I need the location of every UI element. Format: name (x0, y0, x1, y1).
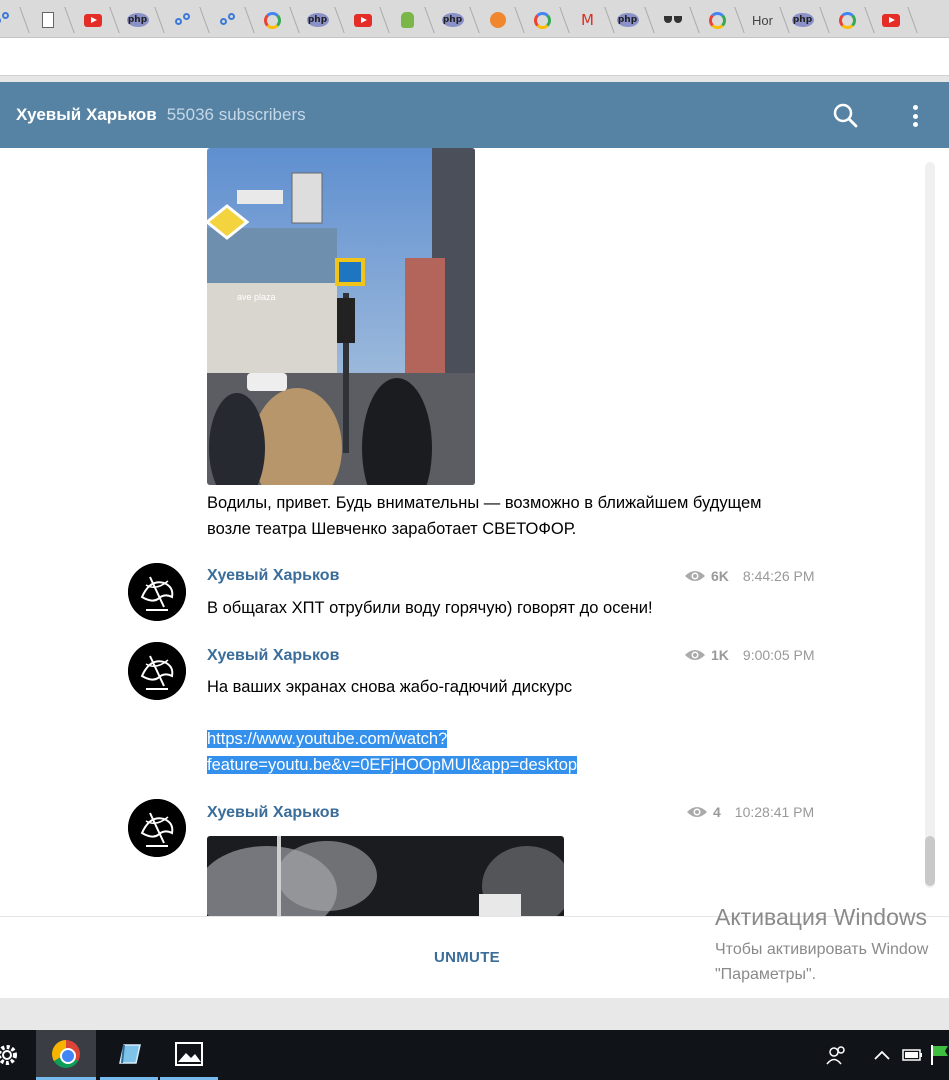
more-menu-icon[interactable] (904, 102, 926, 130)
android-icon (401, 12, 414, 28)
sign-text: ave plaza (237, 292, 276, 302)
php-icon: php (791, 13, 814, 27)
chrome-icon (52, 1039, 80, 1068)
message-time: 10:28:41 PM (734, 804, 815, 820)
browser-tab[interactable]: php (605, 3, 650, 37)
message-time: 9:00:05 PM (742, 647, 815, 663)
browser-tab[interactable] (70, 3, 115, 37)
chrome-taskbar-button[interactable] (36, 1030, 96, 1080)
battery-icon[interactable] (902, 1048, 924, 1067)
php-icon: php (616, 13, 639, 27)
document-icon (41, 12, 54, 28)
activation-line1: Чтобы активировать Window (715, 941, 929, 958)
page-background (0, 998, 949, 1030)
google-icon (264, 11, 281, 29)
message-author[interactable]: Хуевый Харьков (207, 567, 339, 585)
view-count: 1K (711, 647, 729, 663)
browser-tab[interactable] (868, 3, 913, 37)
photos-icon (175, 1041, 203, 1066)
google-icon (709, 11, 726, 29)
browser-tab[interactable] (695, 3, 740, 37)
php-icon: php (441, 13, 464, 27)
google-icon (534, 11, 551, 29)
taskbar-app-button[interactable] (100, 1030, 158, 1080)
browser-tab[interactable] (250, 3, 295, 37)
views-eye-icon (685, 650, 705, 660)
youtube-icon (881, 13, 900, 27)
dots-icon (219, 12, 237, 28)
browser-tab[interactable] (0, 3, 25, 37)
message-text: На ваших экранах снова жабо-гадючий диск… (207, 678, 573, 696)
browser-tab[interactable] (650, 3, 695, 37)
browser-tab[interactable]: php (780, 3, 825, 37)
view-count: 6K (711, 568, 729, 584)
search-icon[interactable] (832, 102, 860, 130)
browser-tab[interactable] (475, 3, 520, 37)
activation-title: Активация Windows (715, 904, 927, 930)
php-icon: php (126, 13, 149, 27)
youtube-icon (83, 13, 102, 27)
view-count: 4 (713, 804, 721, 820)
message-author[interactable]: Хуевый Харьков (207, 804, 339, 822)
browser-tab[interactable]: M (565, 3, 610, 37)
browser-tab[interactable]: php (430, 3, 475, 37)
browser-tab[interactable] (825, 3, 870, 37)
gmail-icon: M (581, 11, 594, 29)
dots-icon (0, 12, 12, 28)
unmute-button[interactable]: UNMUTE (434, 949, 500, 966)
message-meta: 4 10:28:41 PM (686, 804, 814, 820)
message-meta: 1K 9:00:05 PM (684, 647, 815, 663)
browser-tab[interactable] (385, 3, 430, 37)
gear-icon[interactable] (0, 1030, 22, 1080)
message-text: В общагах ХПТ отрубили воду горячую) гов… (207, 599, 653, 617)
message-author[interactable]: Хуевый Харьков (207, 647, 339, 665)
browser-tab[interactable] (340, 3, 385, 37)
youtube-icon (353, 13, 372, 27)
message-photo[interactable] (207, 836, 564, 916)
address-bar[interactable] (0, 38, 949, 76)
tab-title: Hor (752, 12, 773, 28)
message-time: 8:44:26 PM (742, 568, 815, 584)
channel-header: Хуевый Харьков 55036 subscribers (0, 82, 949, 148)
people-icon[interactable] (826, 1045, 848, 1070)
avatar[interactable] (128, 642, 186, 700)
message-list[interactable]: ave plaza Водилы, привет. Будь вниматель… (0, 148, 949, 916)
notepad-icon (119, 1043, 141, 1064)
scrollbar-thumb[interactable] (925, 836, 935, 886)
message-photo[interactable]: ave plaza (207, 148, 475, 485)
browser-tab[interactable] (520, 3, 565, 37)
views-eye-icon (685, 571, 705, 581)
php-icon: php (306, 13, 329, 27)
google-icon (839, 11, 856, 29)
flag-icon[interactable] (930, 1044, 949, 1071)
browser-tab[interactable] (25, 3, 70, 37)
subscriber-count: 55036 subscribers (166, 105, 306, 124)
glasses-icon (663, 16, 682, 24)
browser-tab[interactable] (205, 3, 250, 37)
avatar[interactable] (128, 799, 186, 857)
message-meta: 6K 8:44:26 PM (684, 568, 815, 584)
browser-tab-strip: php php php M php Hor php (0, 0, 949, 38)
taskbar (0, 1030, 949, 1080)
dots-icon (174, 12, 192, 28)
browser-tab[interactable]: php (115, 3, 160, 37)
activation-line2: "Параметры". (715, 966, 817, 983)
windows-activation-watermark: Активация Windows Чтобы активировать Win… (715, 904, 928, 987)
avatar[interactable] (128, 563, 186, 621)
chevron-up-icon[interactable] (873, 1048, 891, 1066)
channel-title[interactable]: Хуевый Харьков (16, 105, 157, 125)
taskbar-app-button[interactable] (160, 1030, 218, 1080)
message-link[interactable]: https://www.youtube.com/watch? feature=y… (207, 726, 767, 778)
views-eye-icon (687, 807, 707, 817)
browser-tab[interactable]: Hor (740, 3, 785, 37)
message-text: Водилы, привет. Будь внимательны — возмо… (207, 494, 762, 538)
link-line[interactable]: feature=youtu.be&v=0EFjHOOpMUI&app=deskt… (207, 756, 578, 774)
browser-tab[interactable]: php (295, 3, 340, 37)
orange-icon (489, 12, 506, 28)
link-line[interactable]: https://www.youtube.com/watch? (207, 730, 448, 748)
scrollbar-track[interactable] (925, 162, 935, 888)
browser-tab[interactable] (160, 3, 205, 37)
